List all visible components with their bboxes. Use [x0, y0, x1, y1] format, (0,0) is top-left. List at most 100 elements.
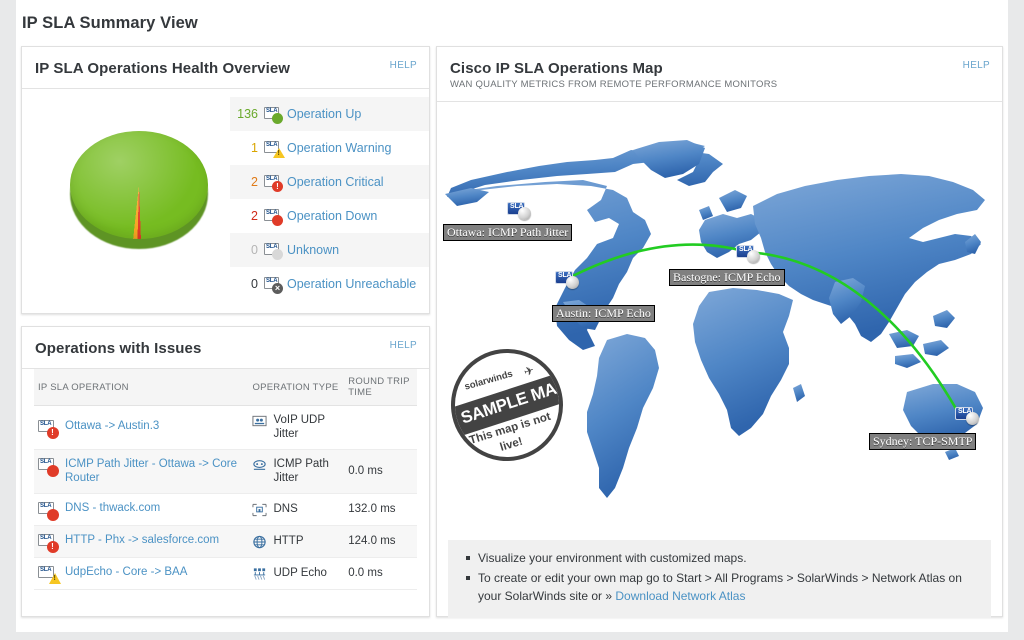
operation-type-label: VoIP UDP Jitter: [273, 413, 340, 442]
legend-count: 0: [230, 277, 258, 291]
map-node-ball: [747, 250, 760, 263]
sla-status-icon-unreachable: [264, 277, 282, 292]
legend-row[interactable]: 2 Operation Critical: [230, 165, 429, 199]
map-panel-header: Cisco IP SLA Operations Map WAN QUALITY …: [437, 47, 1002, 102]
map-node-sla-icon[interactable]: [736, 245, 762, 265]
sla-status-icon-warning: [38, 566, 58, 582]
cell-operation-type: DNS: [248, 493, 344, 525]
health-panel-header: IP SLA Operations Health Overview HELP: [22, 47, 429, 89]
sla-status-icon-warning: [264, 141, 282, 156]
map-node-sla-icon[interactable]: [507, 202, 533, 222]
cell-operation-type: HTTP: [248, 525, 344, 557]
legend-row[interactable]: 0 Operation Unreachable: [230, 267, 429, 301]
cell-operation: HTTP - Phx -> salesforce.com: [34, 525, 248, 557]
cell-round-trip-time: 0.0 ms: [344, 449, 417, 493]
status-badge-unknown: [272, 249, 283, 260]
legend-count: 2: [230, 175, 258, 189]
voip-udp-jitter-icon: [252, 414, 267, 428]
column-header-operation: IP SLA OPERATION: [34, 369, 248, 406]
operation-name-link[interactable]: HTTP - Phx -> salesforce.com: [65, 533, 219, 547]
pie-gloss: [70, 131, 208, 239]
map-panel-subtitle: WAN QUALITY METRICS FROM REMOTE PERFORMA…: [450, 79, 988, 90]
legend-row[interactable]: 136Operation Up: [230, 97, 429, 131]
cell-operation: ICMP Path Jitter - Ottawa -> Core Router: [34, 449, 248, 493]
watermark-line-2: live!: [499, 436, 525, 454]
help-link-issues[interactable]: HELP: [390, 340, 417, 351]
page-container: IP SLA Summary View IP SLA Operations He…: [16, 0, 1008, 632]
health-overview-panel: IP SLA Operations Health Overview HELP 1…: [21, 46, 430, 314]
table-row[interactable]: ICMP Path Jitter - Ottawa -> Core Router…: [34, 449, 417, 493]
legend-label[interactable]: Operation Warning: [287, 141, 391, 155]
operation-type-label: ICMP Path Jitter: [273, 457, 340, 486]
status-badge-down: [272, 215, 283, 226]
operation-name-link[interactable]: ICMP Path Jitter - Ottawa -> Core Router: [65, 457, 244, 486]
health-pie-chart: [64, 121, 214, 261]
help-link-health[interactable]: HELP: [390, 60, 417, 71]
issues-header-row: IP SLA OPERATION OPERATION TYPE ROUND TR…: [34, 369, 417, 406]
map-node-label: Ottawa: ICMP Path Jitter: [443, 224, 572, 241]
table-row[interactable]: HTTP - Phx -> salesforce.comHTTP124.0 ms: [34, 525, 417, 557]
help-link-map[interactable]: HELP: [963, 60, 990, 71]
issues-table-head: IP SLA OPERATION OPERATION TYPE ROUND TR…: [34, 369, 417, 406]
operations-with-issues-panel: Operations with Issues HELP IP SLA OPERA…: [21, 326, 430, 617]
sla-status-icon-up: [264, 107, 282, 122]
cell-operation-type: UDP Echo: [248, 557, 344, 589]
map-node-ball: [966, 412, 979, 425]
issues-panel-body: IP SLA OPERATION OPERATION TYPE ROUND TR…: [22, 369, 429, 590]
world-map-graphic: [437, 102, 1002, 530]
map-node-sla-icon[interactable]: [955, 407, 981, 427]
sla-status-icon-critical: [38, 534, 58, 550]
operation-name-link[interactable]: UdpEcho - Core -> BAA: [65, 565, 187, 579]
map-notes: Visualize your environment with customiz…: [448, 540, 991, 618]
icmp-path-jitter-icon: [252, 458, 267, 472]
world-map[interactable]: Ottawa: ICMP Path Jitter Austin: ICMP Ech…: [437, 102, 1002, 530]
health-legend: 136Operation Up 1 Operation Warning 2 Operat…: [230, 97, 429, 301]
legend-label[interactable]: Operation Critical: [287, 175, 384, 189]
map-node-sla-icon[interactable]: [555, 271, 581, 291]
legend-row[interactable]: 2 Operation Down: [230, 199, 429, 233]
map-node-ball: [518, 207, 531, 220]
status-badge-critical: [47, 541, 59, 553]
legend-label[interactable]: Operation Unreachable: [287, 277, 416, 291]
map-panel-title: Cisco IP SLA Operations Map: [450, 60, 988, 77]
map-notes-list: Visualize your environment with customiz…: [460, 549, 979, 605]
legend-count: 2: [230, 209, 258, 223]
cell-operation-type: VoIP UDP Jitter: [248, 406, 344, 450]
status-badge-warning: [273, 148, 285, 158]
issues-panel-title: Operations with Issues: [35, 340, 415, 357]
cell-round-trip-time: 132.0 ms: [344, 493, 417, 525]
legend-label[interactable]: Unknown: [287, 243, 339, 257]
http-icon: [252, 535, 267, 549]
table-row[interactable]: DNS - thwack.com DNS 132.0 ms: [34, 493, 417, 525]
operation-name-link[interactable]: DNS - thwack.com: [65, 501, 160, 515]
page-title: IP SLA Summary View: [22, 14, 198, 33]
health-panel-body: 136Operation Up 1 Operation Warning 2 Operat…: [22, 89, 429, 303]
issues-table: IP SLA OPERATION OPERATION TYPE ROUND TR…: [34, 369, 417, 590]
sla-status-icon-critical: [264, 175, 282, 190]
udp-echo-icon: [252, 567, 267, 581]
operation-type-label: DNS: [273, 502, 297, 516]
legend-label[interactable]: Operation Down: [287, 209, 377, 223]
cell-operation: UdpEcho - Core -> BAA: [34, 557, 248, 589]
map-note-2: To create or edit your own map go to Sta…: [478, 569, 979, 605]
status-badge-critical: [47, 427, 59, 439]
status-badge-unreachable: [272, 283, 283, 294]
table-row[interactable]: Ottawa -> Austin.3 VoIP UDP Jitter: [34, 406, 417, 450]
status-badge-critical: [272, 181, 283, 192]
watermark-logo-icon: ✈: [522, 363, 536, 380]
cell-operation: Ottawa -> Austin.3: [34, 406, 248, 450]
legend-label[interactable]: Operation Up: [287, 107, 361, 121]
map-node-label: Austin: ICMP Echo: [552, 305, 655, 322]
legend-row[interactable]: 0Unknown: [230, 233, 429, 267]
operation-name-link[interactable]: Ottawa -> Austin.3: [65, 419, 159, 433]
status-badge-up: [272, 113, 283, 124]
legend-count: 1: [230, 141, 258, 155]
status-badge-down: [47, 509, 59, 521]
operation-type-label: HTTP: [273, 534, 303, 548]
table-row[interactable]: UdpEcho - Core -> BAAUDP Echo0.0 ms: [34, 557, 417, 589]
download-network-atlas-link[interactable]: Download Network Atlas: [615, 589, 745, 603]
cell-operation: DNS - thwack.com: [34, 493, 248, 525]
legend-row[interactable]: 1 Operation Warning: [230, 131, 429, 165]
sla-status-icon-down: [38, 458, 58, 474]
operation-type-label: UDP Echo: [273, 566, 326, 580]
